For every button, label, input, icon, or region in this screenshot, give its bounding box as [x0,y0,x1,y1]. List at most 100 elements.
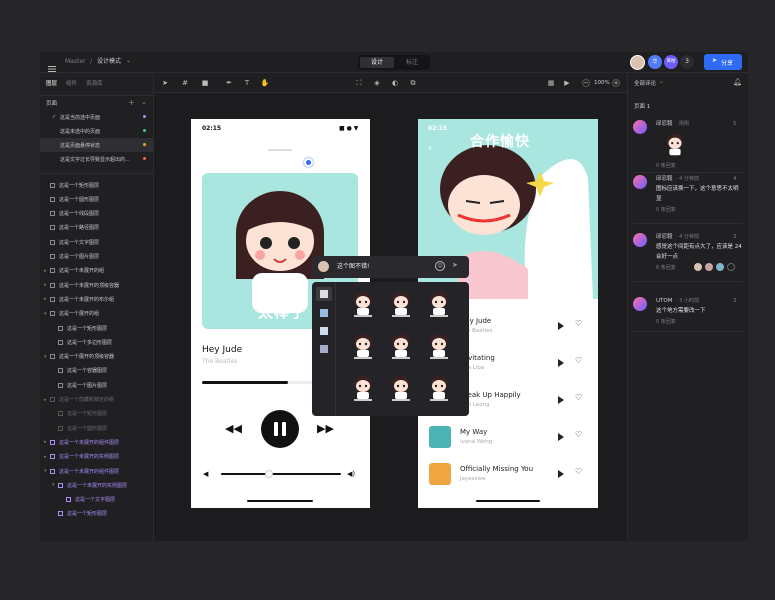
breadcrumb-current[interactable]: 设计模式 [97,58,121,66]
layer-item[interactable]: 这是一个矩形图层 [40,507,153,521]
mask-icon[interactable]: ◐ [390,78,400,88]
tab-assets[interactable]: 资源库 [86,80,103,88]
volume-knob[interactable] [265,470,273,478]
page-item[interactable]: 这是未选中的页面 [40,124,153,138]
layer-item[interactable]: ▸ 这是一个未展开的顶级容器 [40,278,153,292]
bell-icon[interactable]: 🔔︎ [733,78,742,86]
layer-item[interactable]: 这是一个图片图层 [40,378,153,392]
layer-item[interactable]: 这是一个多边形图层 [40,335,153,349]
rectangle-icon[interactable]: ■ [200,78,210,88]
page-item[interactable]: 这是文字过长导致显示超出的... [40,152,153,166]
tab-components[interactable]: 组件 [66,80,77,88]
layer-item[interactable]: 这是一个路径图层 [40,221,153,235]
comment-input[interactable]: 这个图不错! [337,263,369,271]
sticker-category-icon[interactable] [320,309,328,317]
sticker-item[interactable] [350,374,376,402]
layer-item[interactable]: 这是一个圆形图层 [40,421,153,435]
layer-item[interactable]: ▾ 这是一个未展开的组件图层 [40,464,153,478]
zoom-in-button[interactable]: + [612,79,620,87]
zoom-out-button[interactable]: − [582,79,590,87]
emoji-icon[interactable]: ☺ [435,261,445,271]
page-item[interactable]: 这是页面悬停状态 [40,138,153,152]
add-page-icon[interactable]: + [128,98,135,107]
rewind-icon[interactable]: ◀◀ [225,422,242,435]
send-icon[interactable]: ➤ [452,261,458,269]
boolean-icon[interactable]: ⧉ [408,78,418,88]
play-icon[interactable] [558,470,564,478]
text-icon[interactable]: T [242,78,252,88]
layer-item[interactable]: ▾ 这是一个未展开的实例图层 [40,478,153,492]
song-row[interactable]: Officially Missing You Jayesslee ♡ [418,457,598,493]
heart-icon[interactable]: ♡ [575,319,582,328]
hand-icon[interactable]: ✋ [260,78,270,88]
avatar[interactable] [630,55,645,70]
crop-icon[interactable]: ⛶ [354,78,364,88]
comment-filter[interactable]: 全部评论 [634,80,656,88]
comment-replies[interactable]: 6 条回复 [656,264,676,272]
sticker-item[interactable] [388,332,414,360]
layer-item[interactable]: ▾ 这是一个展开的组 [40,307,153,321]
tab-design[interactable]: 设计 [360,57,394,68]
heart-icon[interactable]: ♡ [575,393,582,402]
zoom-level[interactable]: 100% [594,79,610,87]
play-icon[interactable] [558,433,564,441]
layer-item[interactable]: 这是一个矩形图层 [40,407,153,421]
sticker-category-icon[interactable] [320,327,328,335]
layer-item[interactable]: ▸ 这是一个未展开的实例图层 [40,450,153,464]
user-badge-hua[interactable]: 华 [648,55,662,69]
layer-item[interactable]: 这是一个图片图层 [40,250,153,264]
pause-button[interactable] [261,410,299,448]
location-pin-icon[interactable] [304,158,313,167]
page-item[interactable]: ✓ 这是当前选中页面 [40,110,153,124]
tab-annotate[interactable]: 标注 [396,57,428,68]
layer-item[interactable]: 这是一个矩形图层 [40,178,153,192]
sticker-item[interactable] [350,332,376,360]
sticker-item[interactable] [426,332,452,360]
layer-item[interactable]: ▸ 这是一个隐藏和锁定的组 [40,393,153,407]
play-icon[interactable]: ▶ [562,78,572,88]
layer-item[interactable]: 这是一个文字图层 [40,493,153,507]
back-chevron-icon[interactable]: ‹ [428,143,432,154]
heart-icon[interactable]: ♡ [575,430,582,439]
comment-replies[interactable]: 0 条回复 [656,318,676,326]
play-icon[interactable] [558,396,564,404]
component-icon[interactable]: ◈ [372,78,382,88]
sticker-item[interactable] [350,290,376,318]
chevron-down-icon[interactable]: ⌄ [141,98,147,106]
layer-item[interactable]: 这是一个线段图层 [40,207,153,221]
fast-forward-icon[interactable]: ▶▶ [317,422,334,435]
play-icon[interactable] [558,322,564,330]
layer-item[interactable]: ▸ 这是一个未展开的组件图层 [40,435,153,449]
share-button[interactable]: ➤ 分享 [704,54,742,70]
sticker-item[interactable] [388,374,414,402]
design-canvas[interactable]: 02:15 ■ ● ▼ 太棒了 Hey Jude The Beatles ◀◀ … [154,93,627,541]
layer-item[interactable]: ▸ 这是一个未展开的布尔组 [40,292,153,306]
menu-icon[interactable] [48,58,56,72]
layer-item[interactable]: 这是一个圆形图层 [40,192,153,206]
tab-layers[interactable]: 图层 [46,80,57,88]
play-icon[interactable] [558,359,564,367]
frame-icon[interactable]: # [180,78,190,88]
sticker-item[interactable] [426,290,452,318]
sticker-category-icon[interactable] [320,290,328,298]
user-badge-huangbai[interactable]: 黄柏 [664,55,678,69]
chevron-down-icon[interactable]: ⌄ [659,78,664,85]
breadcrumb-root[interactable]: Master [65,58,86,66]
sticker-item[interactable] [388,290,414,318]
sticker-category-icon[interactable] [320,345,328,353]
layer-item[interactable]: 这是一个文字图层 [40,235,153,249]
volume-low-icon[interactable]: ◀ [203,470,208,478]
volume-track[interactable] [221,470,341,478]
chevron-down-icon[interactable]: ⌄ [126,57,131,64]
volume-high-icon[interactable]: ◀) [347,470,355,478]
layer-item[interactable]: ▾ 这是一个展开的顶级容器 [40,350,153,364]
viewer-count-badge[interactable]: 3 [680,55,694,69]
layer-item[interactable]: ▸ 这是一个未展开的组 [40,264,153,278]
grid-icon[interactable]: ▦ [546,78,556,88]
sticker-picker[interactable] [312,282,469,416]
comment-replies[interactable]: 0 条回复 [656,162,676,170]
heart-icon[interactable]: ♡ [575,467,582,476]
layer-item[interactable]: 这是一个矩形图层 [40,321,153,335]
comment-input-popup[interactable]: 这个图不错! ☺ ➤ [312,256,469,278]
pointer-icon[interactable]: ➤ [160,78,170,88]
